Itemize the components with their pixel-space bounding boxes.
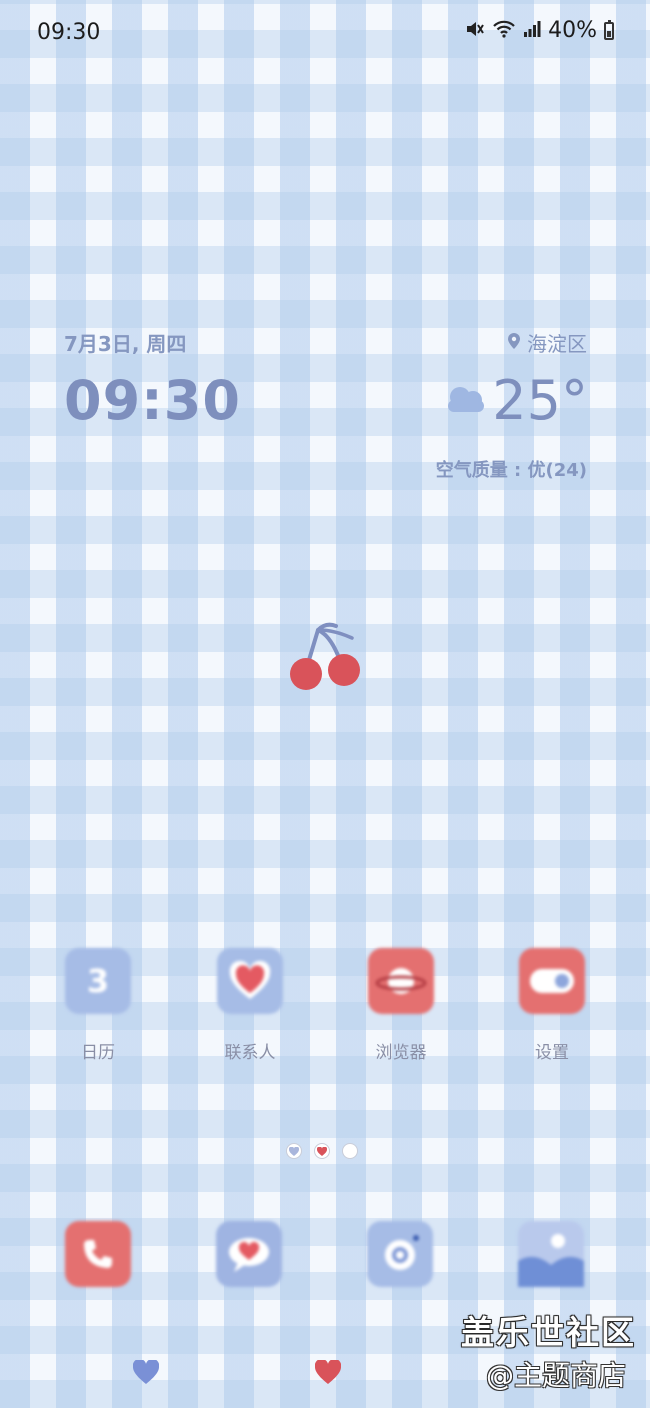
watermark-community: 盖乐世社区 — [461, 1313, 636, 1352]
page-indicator[interactable] — [286, 1143, 358, 1159]
app-label: 浏览器 — [375, 1043, 427, 1063]
location-text: 海淀区 — [527, 332, 587, 356]
message-heart-icon[interactable] — [216, 1221, 282, 1287]
planet-browser-icon — [368, 948, 434, 1014]
widget-location: 海淀区 — [507, 328, 587, 357]
app-label: 联系人 — [224, 1043, 276, 1063]
battery-percent: 40% — [548, 18, 597, 43]
page-dot-3[interactable] — [342, 1143, 358, 1159]
app-label: 日历 — [81, 1043, 115, 1063]
widget-air-quality: 空气质量 : 优(24) — [435, 460, 587, 481]
app-calendar[interactable]: 3 日历 — [38, 948, 158, 1063]
page-dot-1[interactable] — [286, 1143, 302, 1159]
heart-contacts-icon — [217, 948, 283, 1014]
mute-icon — [465, 20, 485, 42]
app-contacts[interactable]: 联系人 — [190, 948, 310, 1063]
battery-icon — [604, 19, 614, 40]
widget-temperature: 25° — [492, 369, 588, 432]
widget-time: 09:30 — [64, 369, 241, 432]
phone-icon[interactable] — [65, 1221, 131, 1287]
page-dot-2-current[interactable] — [314, 1143, 330, 1159]
watermark-theme-store: @主题商店 — [486, 1359, 627, 1392]
status-time: 09:30 — [37, 20, 101, 45]
signal-icon — [523, 20, 541, 41]
heart-icon-red — [314, 1358, 342, 1388]
calendar-icon: 3 — [65, 948, 131, 1014]
app-label: 设置 — [535, 1043, 569, 1063]
calendar-day-badge: 3 — [86, 962, 110, 1000]
location-pin-icon — [507, 331, 521, 355]
app-browser[interactable]: 浏览器 — [341, 948, 461, 1063]
widget-date: 7月3日, 周四 — [64, 332, 187, 356]
heart-icon-blue — [132, 1358, 160, 1388]
wifi-icon — [492, 20, 516, 42]
app-settings[interactable]: 设置 — [492, 948, 612, 1063]
toggle-settings-icon — [519, 948, 585, 1014]
gallery-icon[interactable] — [518, 1221, 584, 1287]
cherry-decoration — [286, 618, 366, 698]
cloud-icon — [442, 384, 490, 420]
status-icons: 40% — [465, 18, 614, 43]
camera-icon[interactable] — [367, 1221, 433, 1287]
